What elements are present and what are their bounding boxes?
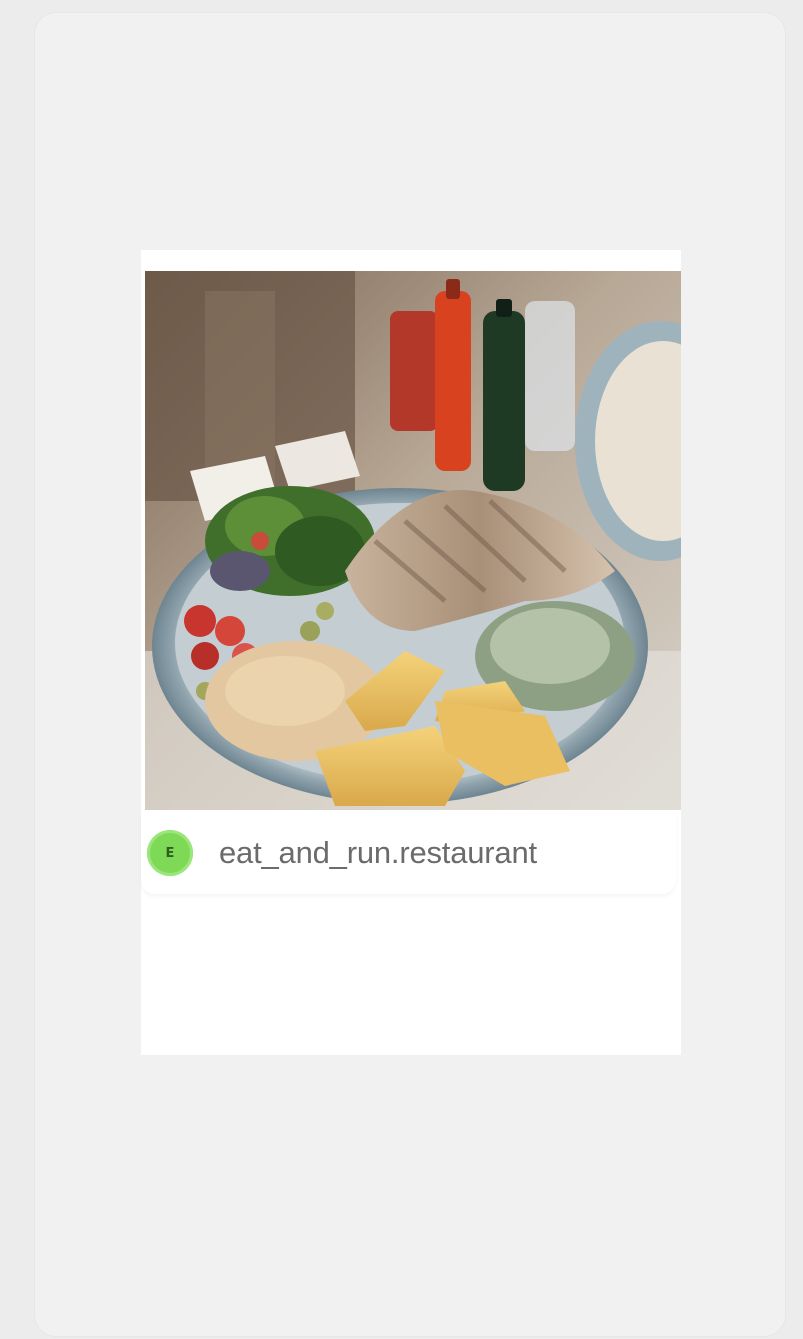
account-avatar[interactable]: E (147, 830, 193, 876)
screen-background: E eat_and_run.restaurant (0, 0, 803, 1339)
post-image[interactable] (145, 271, 681, 810)
account-initial: E (165, 845, 175, 861)
post-card-footer (159, 898, 677, 1030)
account-name[interactable]: eat_and_run.restaurant (219, 835, 537, 871)
post-account-row[interactable]: E eat_and_run.restaurant (141, 812, 676, 894)
post-card[interactable]: E eat_and_run.restaurant (141, 250, 681, 1055)
food-photo-illustration (145, 271, 681, 810)
